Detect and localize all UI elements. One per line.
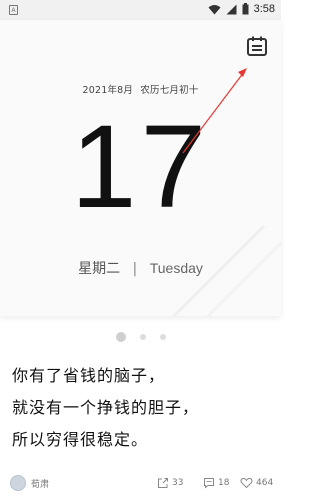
- comment-button[interactable]: 18: [203, 477, 229, 489]
- page-dot-2[interactable]: [139, 334, 146, 340]
- avatar[interactable]: [10, 475, 26, 491]
- share-button[interactable]: 33: [157, 477, 183, 489]
- share-icon: [158, 478, 168, 488]
- quote-line: 你有了省钱的脑子，: [12, 366, 166, 385]
- comment-icon: [204, 478, 214, 489]
- author[interactable]: 荀肃: [10, 475, 49, 491]
- comment-count: 18: [218, 478, 230, 488]
- page-indicator: [0, 332, 281, 342]
- author-name[interactable]: 荀肃: [31, 477, 49, 490]
- page-dot-1[interactable]: [115, 332, 126, 342]
- page-dot-3[interactable]: [159, 334, 166, 340]
- share-count: 33: [172, 478, 184, 488]
- like-count: 464: [256, 478, 274, 488]
- like-button[interactable]: 464: [240, 477, 273, 489]
- quote-line: 所以穷得很稳定。: [12, 430, 149, 449]
- quote-text: 你有了省钱的脑子， 就没有一个挣钱的胆子， 所以穷得很稳定。: [12, 360, 274, 456]
- heart-icon: [240, 477, 253, 489]
- quote-footer: 荀肃 33 18 464: [0, 470, 281, 496]
- quote-line: 就没有一个挣钱的胆子，: [12, 398, 200, 417]
